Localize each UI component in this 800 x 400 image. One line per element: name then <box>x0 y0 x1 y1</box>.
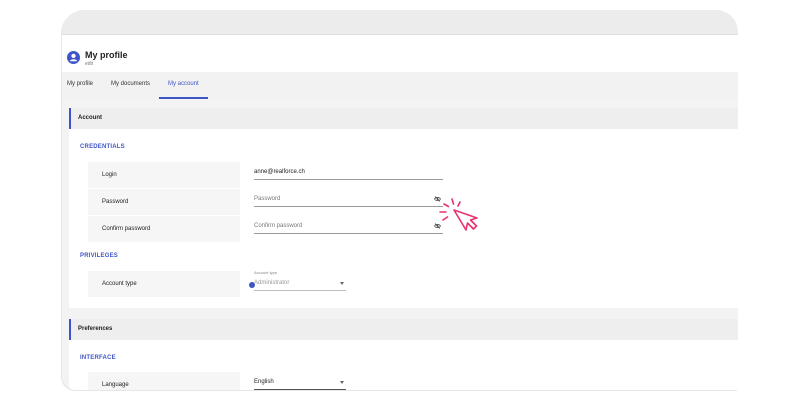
window-top-bar <box>62 10 738 35</box>
account-type-select[interactable]: Account type Administrator <box>254 270 346 291</box>
group-title-credentials: CREDENTIALS <box>80 144 125 150</box>
main-content: Account CREDENTIALS Login anne@realforce… <box>62 99 738 390</box>
chevron-down-icon <box>340 282 344 285</box>
page-header: My profile edit <box>62 38 738 72</box>
account-panel: CREDENTIALS Login anne@realforce.ch Pass… <box>69 129 738 308</box>
app-window: My profile edit My profile My documents … <box>62 10 738 390</box>
confirm-password-label-cell: Confirm password <box>88 216 240 242</box>
section-title-preferences: Preferences <box>78 326 113 332</box>
login-label-cell: Login <box>88 162 240 188</box>
password-label-cell: Password <box>88 189 240 215</box>
preferences-panel: INTERFACE Language English <box>69 340 738 390</box>
tab-my-documents[interactable]: My documents <box>111 81 150 87</box>
account-type-value: Administrator <box>254 280 290 286</box>
confirm-password-field[interactable]: Confirm password <box>254 220 443 234</box>
chevron-down-icon <box>340 381 344 384</box>
page-subtitle: edit <box>85 61 94 67</box>
group-title-privileges: PRIVILEGES <box>80 253 119 259</box>
language-label-cell: Language <box>88 372 240 390</box>
password-placeholder: Password <box>254 196 281 202</box>
login-field[interactable]: anne@realforce.ch <box>254 166 443 180</box>
account-type-label: Account type <box>102 281 137 287</box>
confirm-password-placeholder: Confirm password <box>254 223 303 229</box>
login-label: Login <box>102 172 117 178</box>
avatar-icon <box>67 51 80 64</box>
section-accent <box>69 319 71 340</box>
pointer-click-icon <box>439 198 478 231</box>
confirm-password-label: Confirm password <box>102 226 151 232</box>
login-value: anne@realforce.ch <box>254 169 305 175</box>
account-type-label-cell: Account type <box>88 271 255 297</box>
password-field[interactable]: Password <box>254 193 443 207</box>
tab-my-account[interactable]: My account <box>168 81 199 87</box>
language-select[interactable]: English <box>254 376 346 390</box>
section-header-preferences[interactable]: Preferences <box>69 319 738 340</box>
tab-bar: My profile My documents My account <box>62 72 738 99</box>
account-type-select-label: Account type <box>254 270 278 275</box>
section-title-account: Account <box>78 115 102 121</box>
language-label: Language <box>102 382 129 388</box>
password-label: Password <box>102 199 129 205</box>
tab-my-profile[interactable]: My profile <box>67 81 93 87</box>
language-value: English <box>254 379 274 385</box>
section-accent <box>69 108 71 129</box>
group-title-interface: INTERFACE <box>80 355 116 361</box>
section-header-account[interactable]: Account <box>69 108 738 129</box>
page-title: My profile <box>85 50 128 60</box>
